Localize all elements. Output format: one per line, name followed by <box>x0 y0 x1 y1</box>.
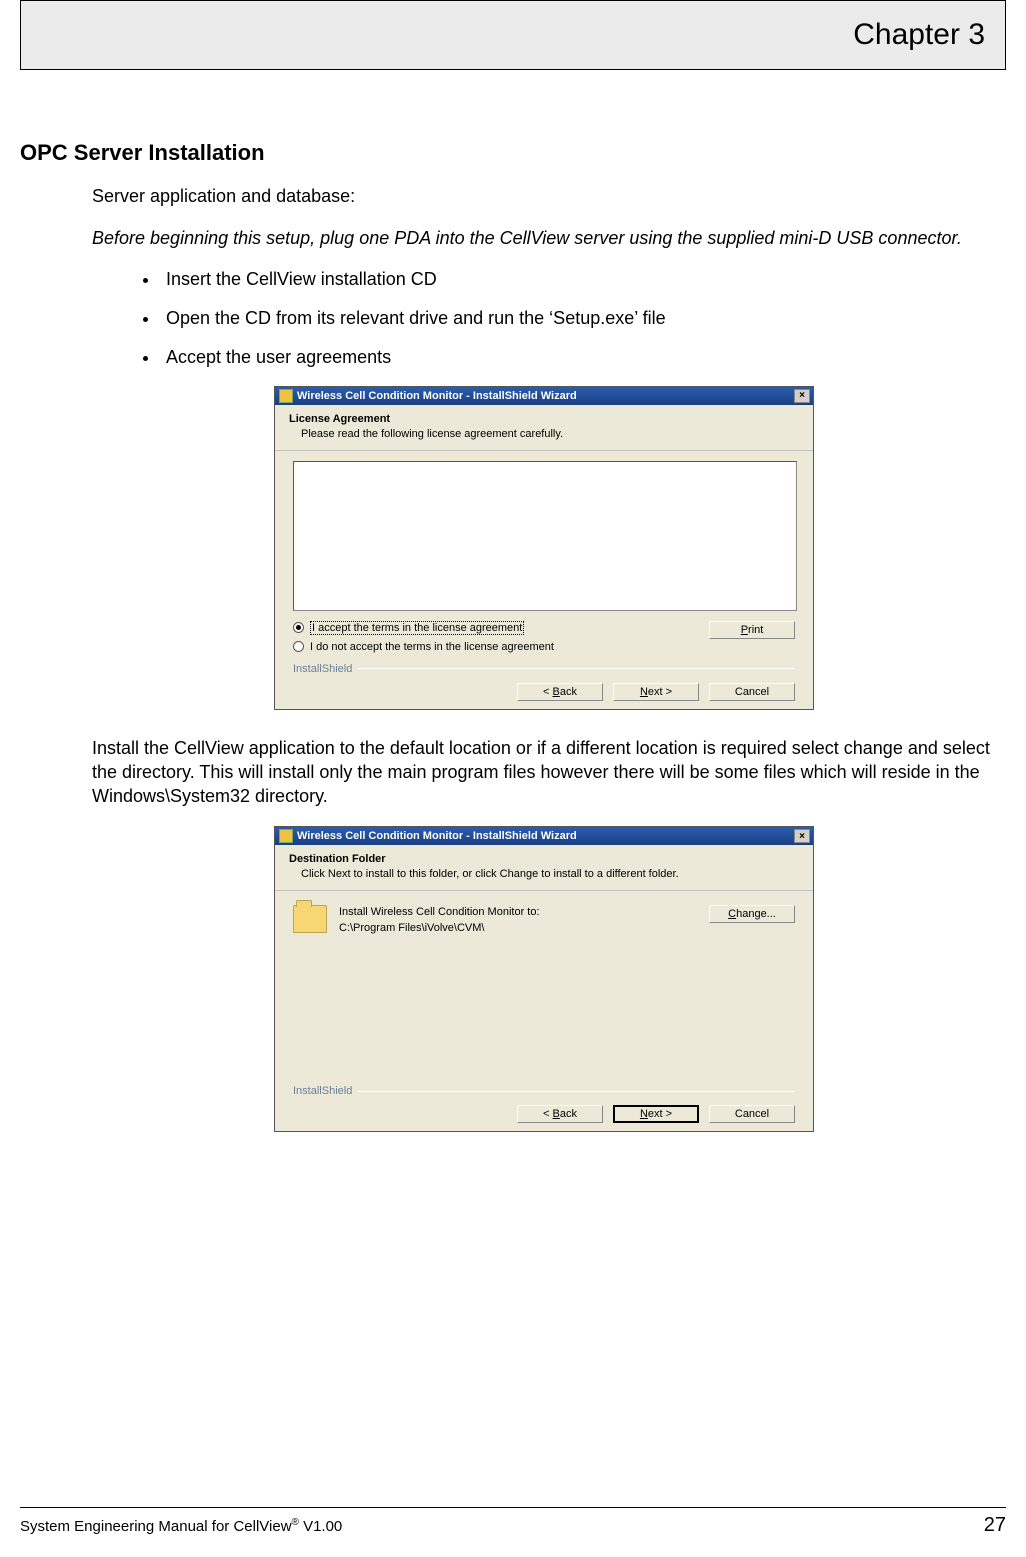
installer-icon <box>279 829 293 843</box>
page-footer: System Engineering Manual for CellView® … <box>20 1507 1006 1537</box>
brand-label: InstallShield <box>293 1085 352 1097</box>
intro-note: Before beginning this setup, plug one PD… <box>92 226 996 250</box>
change-button[interactable]: Change... <box>709 905 795 923</box>
install-to-label: Install Wireless Cell Condition Monitor … <box>339 905 540 920</box>
print-label-rest: rint <box>748 624 763 636</box>
print-button[interactable]: Print <box>709 621 795 639</box>
next-button[interactable]: Next > <box>613 1105 699 1123</box>
radio-label: I accept the terms in the license agreem… <box>310 621 524 635</box>
cancel-button[interactable]: Cancel <box>709 1105 795 1123</box>
dialog-subheading: Please read the following license agreem… <box>289 428 799 440</box>
dialog-subheading: Click Next to install to this folder, or… <box>289 868 799 880</box>
dialog-header: License Agreement Please read the follow… <box>275 405 813 451</box>
install-location-paragraph: Install the CellView application to the … <box>92 736 996 809</box>
list-item: Accept the user agreements <box>160 347 996 368</box>
install-steps-list: Insert the CellView installation CD Open… <box>92 269 996 368</box>
dialog-header: Destination Folder Click Next to install… <box>275 845 813 891</box>
page-header: Chapter 3 <box>20 0 1006 70</box>
section-heading: OPC Server Installation <box>20 140 1006 166</box>
dialog-titlebar: Wireless Cell Condition Monitor - Instal… <box>275 827 813 845</box>
intro-text: Server application and database: <box>92 184 996 208</box>
installer-icon <box>279 389 293 403</box>
radio-label: I do not accept the terms in the license… <box>310 641 554 653</box>
dialog-heading: License Agreement <box>289 413 799 425</box>
destination-dialog: Wireless Cell Condition Monitor - Instal… <box>274 826 814 1132</box>
accept-radio[interactable]: I accept the terms in the license agreem… <box>293 621 554 635</box>
back-button[interactable]: < Back <box>517 683 603 701</box>
close-button[interactable]: × <box>794 389 810 403</box>
license-dialog: Wireless Cell Condition Monitor - Instal… <box>274 386 814 710</box>
dialog-heading: Destination Folder <box>289 853 799 865</box>
dialog-title: Wireless Cell Condition Monitor - Instal… <box>297 830 577 842</box>
brand-label: InstallShield <box>293 663 352 675</box>
chapter-label: Chapter 3 <box>853 18 985 52</box>
reject-radio[interactable]: I do not accept the terms in the license… <box>293 641 554 653</box>
install-path: C:\Program Files\iVolve\CVM\ <box>339 921 540 936</box>
footer-manual-title: System Engineering Manual for CellView® … <box>20 1517 342 1535</box>
dialog-title: Wireless Cell Condition Monitor - Instal… <box>297 390 577 402</box>
list-item: Open the CD from its relevant drive and … <box>160 308 996 329</box>
cancel-button[interactable]: Cancel <box>709 683 795 701</box>
divider <box>358 668 795 669</box>
license-text-area[interactable] <box>293 461 797 611</box>
next-button[interactable]: Next > <box>613 683 699 701</box>
page-number: 27 <box>984 1514 1006 1537</box>
radio-icon <box>293 641 304 652</box>
list-item: Insert the CellView installation CD <box>160 269 996 290</box>
folder-icon <box>293 905 327 933</box>
close-button[interactable]: × <box>794 829 810 843</box>
back-button[interactable]: < Back <box>517 1105 603 1123</box>
divider <box>358 1091 795 1092</box>
dialog-titlebar: Wireless Cell Condition Monitor - Instal… <box>275 387 813 405</box>
radio-icon <box>293 622 304 633</box>
